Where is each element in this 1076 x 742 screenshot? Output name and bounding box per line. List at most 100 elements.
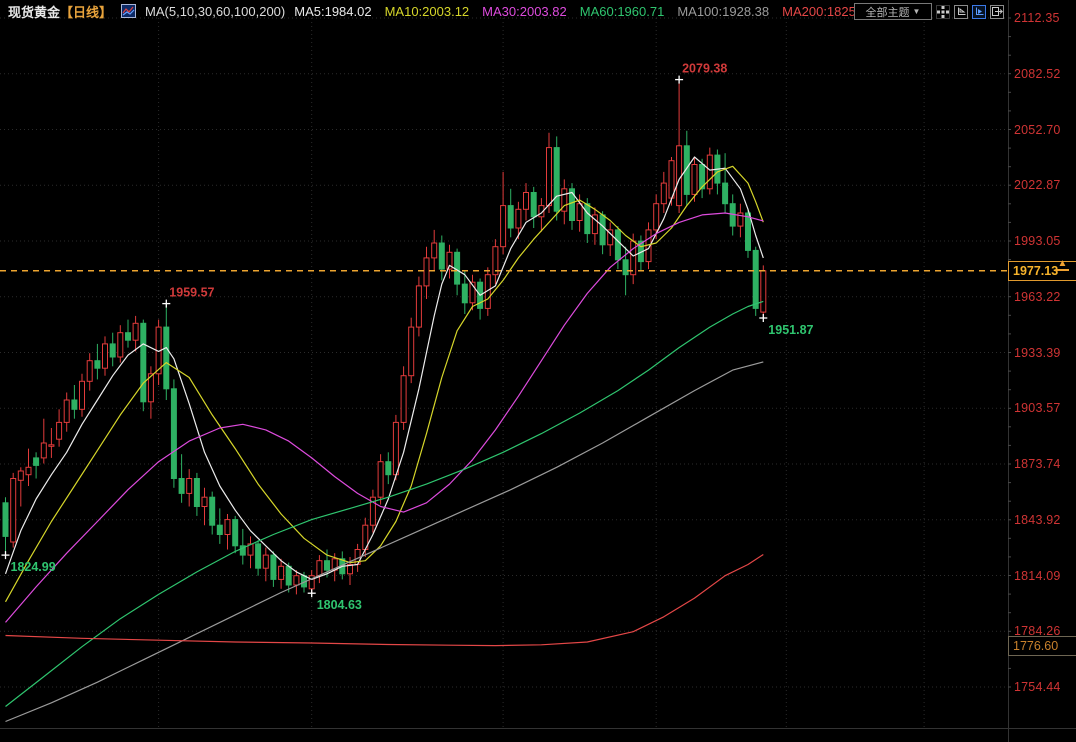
axis-price-label: 1873.74 [1014, 457, 1061, 471]
candle [187, 479, 192, 494]
extreme-marker [759, 314, 767, 322]
candle [570, 189, 575, 221]
candle [707, 155, 712, 189]
axis-price-label: 1903.57 [1014, 401, 1061, 415]
ma-value-label: MA30:2003.82 [482, 4, 567, 19]
chart-header: 现货黄金【日线】 MA(5,10,30,60,100,200) MA5:1984… [0, 0, 867, 22]
marked-level-tag: 1776.60 [1008, 636, 1076, 656]
candle [3, 503, 8, 537]
candle [179, 479, 184, 494]
candle [577, 204, 582, 221]
candle [103, 344, 108, 368]
candle [723, 183, 728, 204]
axis-price-label: 2082.52 [1014, 67, 1061, 81]
extreme-marker [2, 551, 10, 559]
candle [233, 520, 238, 546]
axis-price-label: 1933.39 [1014, 346, 1061, 360]
symbol-name: 现货黄金 [8, 5, 60, 20]
candle [746, 213, 751, 250]
price-axis[interactable]: 1977.13 1776.60 2112.352082.522052.70202… [1008, 0, 1076, 742]
candle [623, 260, 628, 275]
candle [171, 389, 176, 479]
candle [654, 204, 659, 230]
ma-value-label: MA5:1984.02 [294, 4, 371, 19]
candle [531, 193, 536, 217]
candle [202, 497, 207, 506]
candle [508, 206, 513, 228]
axis-price-label: 1963.22 [1014, 290, 1061, 304]
candle [141, 323, 146, 402]
candle [516, 209, 521, 228]
candle [677, 146, 682, 206]
chevron-down-icon: ▼ [913, 7, 921, 16]
axis-price-label: 1843.92 [1014, 513, 1061, 527]
header-toolbar: 全部主题 ▼ [854, 3, 1004, 20]
candle [49, 445, 54, 447]
axis-latest-icon[interactable] [972, 5, 986, 19]
candle [217, 525, 222, 534]
ma-settings-label[interactable]: MA(5,10,30,60,100,200) [145, 4, 285, 19]
candle [524, 193, 529, 210]
ma-line-MA60 [6, 301, 764, 706]
ma-value-label: MA60:1960.71 [580, 4, 665, 19]
candle [286, 566, 291, 585]
candle [661, 183, 666, 204]
candle [615, 230, 620, 260]
candle [41, 443, 46, 458]
candle [133, 323, 138, 340]
extreme-label: 1951.87 [768, 323, 813, 337]
extreme-marker [162, 300, 170, 308]
candle [110, 344, 115, 357]
candle [554, 148, 559, 212]
chart-type-icon[interactable] [121, 4, 136, 18]
candle [432, 243, 437, 258]
candle [57, 422, 62, 439]
axis-price-label: 1784.26 [1014, 624, 1061, 638]
candlestick-chart[interactable]: 2079.381959.571951.871824.991804.63 [0, 0, 1076, 742]
axis-price-label: 2052.70 [1014, 123, 1061, 137]
candle [64, 400, 69, 422]
axis-price-label: 2022.87 [1014, 178, 1061, 192]
candle [416, 286, 421, 327]
candle [126, 333, 131, 341]
ma-line-MA5 [6, 157, 764, 579]
extreme-label: 1804.63 [317, 598, 362, 612]
candle [761, 271, 766, 312]
candle [11, 479, 16, 543]
candle [378, 462, 383, 498]
candle [386, 462, 391, 475]
latest-marker-icon[interactable]: ▲ [1056, 259, 1069, 271]
extreme-marker [675, 76, 683, 84]
candle [225, 520, 230, 535]
ma-values-row: MA5:1984.02MA10:2003.12MA30:2003.82MA60:… [294, 4, 866, 19]
period-label: 【日线】 [60, 5, 112, 20]
candle [692, 165, 697, 195]
theme-dropdown[interactable]: 全部主题 ▼ [854, 3, 932, 20]
candle [256, 544, 261, 568]
pan-icon[interactable] [936, 5, 950, 19]
symbol-title: 现货黄金【日线】 [8, 2, 112, 21]
candle [26, 467, 31, 474]
candle [547, 148, 552, 206]
candle [294, 576, 299, 585]
ma-value-label: MA100:1928.38 [677, 4, 769, 19]
candle [87, 361, 92, 382]
candle [18, 471, 23, 480]
axis-scale-icon[interactable] [954, 5, 968, 19]
theme-dropdown-label: 全部主题 [866, 4, 910, 20]
candle [263, 555, 268, 568]
candle [455, 252, 460, 284]
extreme-label: 1824.99 [11, 560, 56, 574]
candle [164, 327, 169, 389]
axis-price-label: 2112.35 [1014, 11, 1060, 25]
axis-price-label: 1754.44 [1014, 680, 1061, 694]
candle [271, 555, 276, 579]
candle [325, 561, 330, 570]
candle [753, 250, 758, 308]
candle [279, 566, 284, 579]
candle [317, 561, 322, 576]
candle [401, 376, 406, 423]
candle [194, 479, 199, 507]
exit-right-icon[interactable] [990, 5, 1004, 19]
axis-price-label: 1814.09 [1014, 569, 1061, 583]
